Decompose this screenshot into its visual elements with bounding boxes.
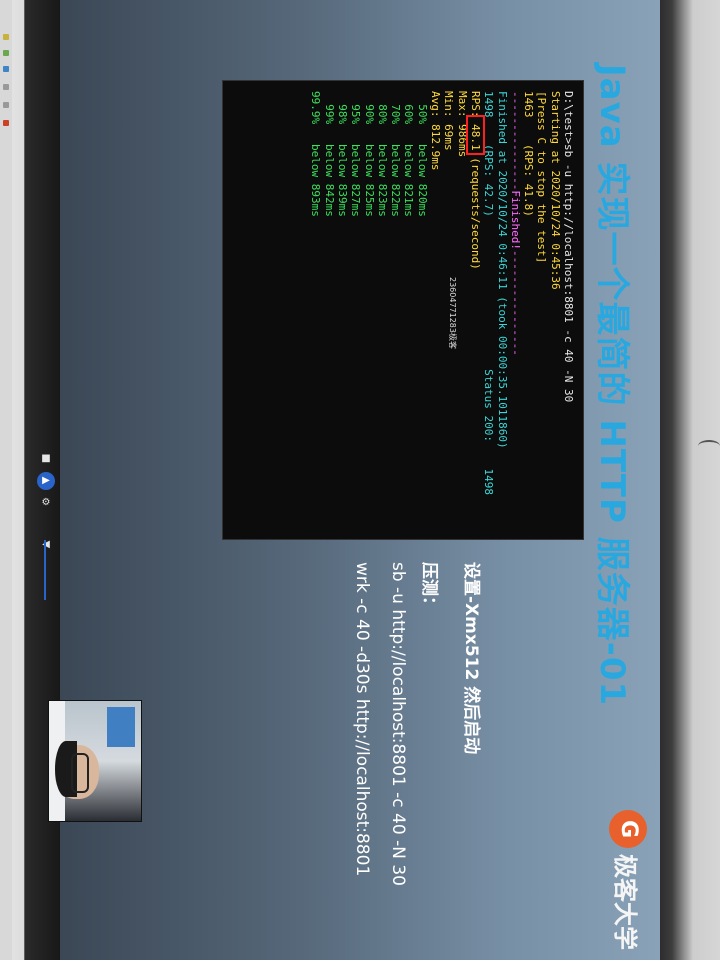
tray-icon[interactable] [3,120,9,126]
bullet-sb-command: sb -u http://localhost:8801 -c 40 -N 30 [388,562,408,886]
terminal-line: 99.9% below 893ms [309,91,323,217]
volume-icon[interactable]: ◀ [39,538,53,552]
screen-icon[interactable]: ■ [39,452,53,466]
terminal-line: 95% below 827ms [349,91,363,217]
bullet-wrk-command: wrk -c 40 -d30s http://localhost:8801 [352,562,372,877]
slide-viewport: Java 实现一个最简的 HTTP 服务器-01 G 极客大学 D:\test>… [60,0,660,960]
terminal-watermark: 23604771283极客 [448,277,457,349]
terminal-line: 98% below 839ms [335,91,349,217]
terminal-line: 99% below 842ms [322,91,336,217]
room-object [698,440,720,452]
room-background [660,0,720,960]
terminal-line: RPS: 48.1 (requests/second) [468,91,482,270]
video-player-controls: ■ ▶ ⚙ ◀ [36,452,56,552]
terminal-line: Finished at 2020/10/24 0:46:11 (took 00:… [495,91,509,449]
presenter-glasses [71,753,89,793]
webcam-overlay [48,700,142,822]
settings-icon[interactable]: ⚙ [39,496,53,510]
terminal-line: 1498 (RPS: 42.7) Status 200: 1498 [482,91,496,495]
slide-title: Java 实现一个最简的 HTTP 服务器-01 [592,64,632,707]
tray-icon[interactable] [3,102,9,108]
brand-logo: G 极客大学 [608,810,648,950]
tray-icon[interactable] [3,84,9,90]
tray-icon[interactable] [3,66,9,72]
rps-highlight-box [465,115,485,155]
left-screen-bezel [0,0,12,960]
tray-icon[interactable] [3,34,9,40]
terminal-line: 70% below 822ms [389,91,403,217]
play-icon[interactable]: ▶ [37,472,55,490]
terminal-line: Avg: 812.9ms [429,91,443,171]
background-window [107,707,135,747]
terminal-line: 60% below 821ms [402,91,416,217]
terminal-line: 1463 (RPS: 41.8) [522,91,536,217]
terminal-line: [Press C to stop the test] [535,91,549,264]
terminal-line: D:\test>sb -u http://localhost:8801 -c 4… [562,91,575,403]
terminal-line: 50% below 820ms [415,91,429,217]
terminal-line: Starting at 2020/10/24 0:45:36 [548,91,562,290]
volume-slider[interactable] [44,540,46,600]
logo-text: 极客大学 [611,854,640,950]
terminal-window: D:\test>sb -u http://localhost:8801 -c 4… [222,80,584,540]
bullet-load-test-heading: 压测： [419,562,439,613]
logo-icon: G [609,810,647,848]
tray-icon[interactable] [3,50,9,56]
terminal-line: 90% below 825ms [362,91,376,217]
presentation-slide: Java 实现一个最简的 HTTP 服务器-01 G 极客大学 D:\test>… [60,0,660,960]
terminal-line: ---------------Finished!---------------- [508,91,522,356]
terminal-line: 80% below 823ms [375,91,389,217]
bullet-jvm-setting: 设置-Xmx512 然后启动 [461,562,481,755]
